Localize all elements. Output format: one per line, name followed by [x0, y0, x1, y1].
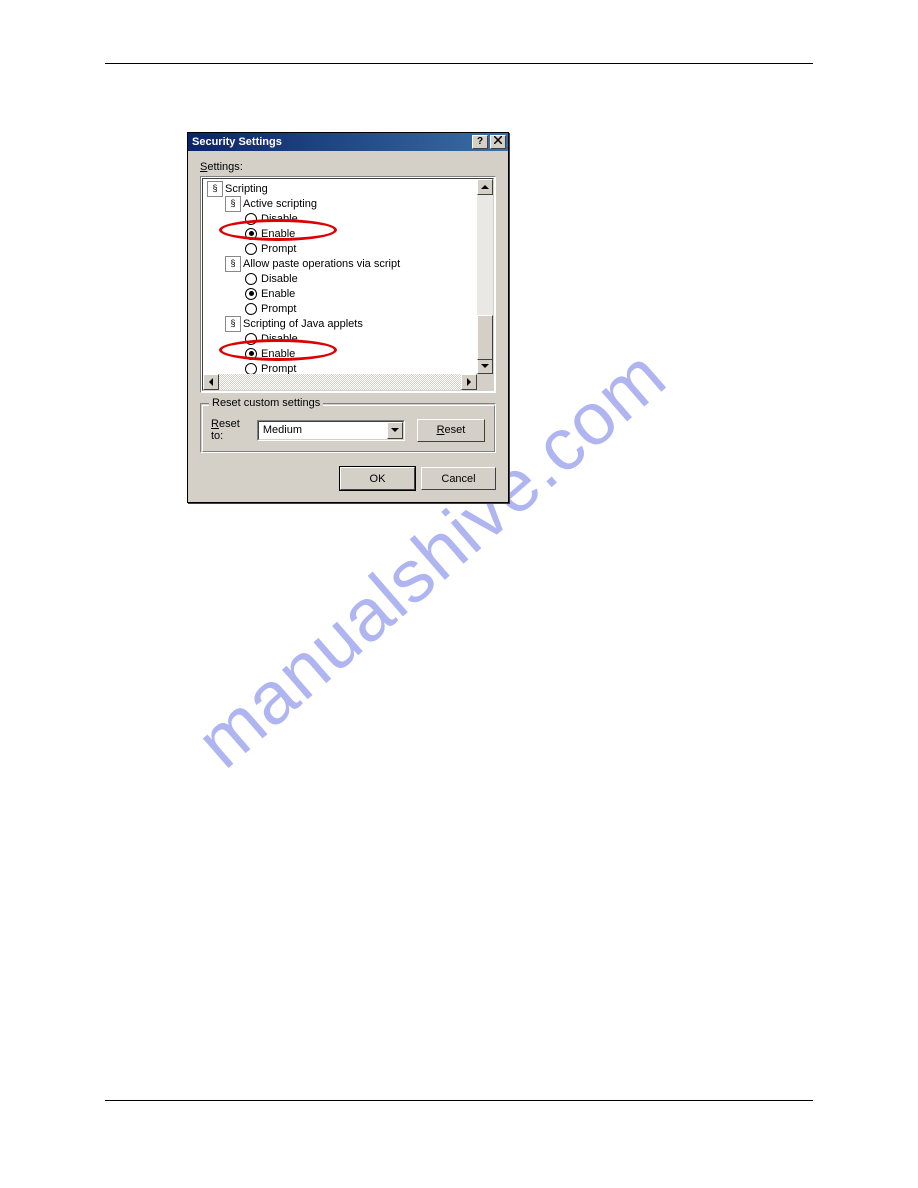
- radio-paste-disable[interactable]: Disable: [205, 271, 477, 286]
- radio-active-disable[interactable]: Disable: [205, 211, 477, 226]
- script-icon: §: [225, 196, 241, 212]
- v-scroll-track[interactable]: [477, 195, 493, 358]
- chevron-up-icon: [481, 183, 489, 191]
- cancel-button[interactable]: Cancel: [421, 467, 496, 490]
- reset-to-combo[interactable]: Medium: [257, 420, 405, 441]
- v-scroll-thumb[interactable]: [477, 315, 493, 360]
- page-bottom-rule: [105, 1100, 813, 1101]
- chevron-down-icon: [391, 426, 399, 434]
- chevron-left-icon: [207, 378, 215, 386]
- radio-selected-icon: [245, 228, 257, 240]
- scroll-up-button[interactable]: [477, 179, 493, 195]
- radio-icon: [245, 363, 257, 375]
- radio-icon: [245, 333, 257, 345]
- h-scroll-track[interactable]: [219, 374, 461, 390]
- v-scrollbar[interactable]: [477, 179, 493, 374]
- scrollbar-corner: [477, 374, 493, 390]
- group-title: Reset custom settings: [209, 397, 323, 409]
- security-settings-dialog: Security Settings ? Settings: § Scriptin…: [187, 132, 509, 503]
- radio-paste-prompt[interactable]: Prompt: [205, 301, 477, 316]
- radio-applets-disable[interactable]: Disable: [205, 331, 477, 346]
- close-button[interactable]: [490, 135, 506, 149]
- chevron-right-icon: [465, 378, 473, 386]
- settings-label: Settings:: [200, 161, 496, 173]
- radio-icon: [245, 213, 257, 225]
- radio-applets-enable[interactable]: Enable: [205, 346, 477, 361]
- radio-active-enable[interactable]: Enable: [205, 226, 477, 241]
- scroll-right-button[interactable]: [461, 374, 477, 390]
- tree-node-scripting[interactable]: § Scripting: [205, 181, 477, 196]
- radio-active-prompt[interactable]: Prompt: [205, 241, 477, 256]
- scroll-left-button[interactable]: [203, 374, 219, 390]
- help-button[interactable]: ?: [472, 135, 488, 149]
- settings-tree[interactable]: § Scripting § Active scripting Disable: [200, 176, 496, 393]
- radio-selected-icon: [245, 348, 257, 360]
- tree-node-allow-paste[interactable]: § Allow paste operations via script: [205, 256, 477, 271]
- reset-custom-settings-group: Reset custom settings Reset to: Medium R…: [200, 403, 496, 453]
- radio-icon: [245, 273, 257, 285]
- combo-value: Medium: [259, 422, 387, 439]
- radio-icon: [245, 303, 257, 315]
- combo-dropdown-button[interactable]: [387, 422, 403, 439]
- chevron-down-icon: [481, 362, 489, 370]
- radio-paste-enable[interactable]: Enable: [205, 286, 477, 301]
- script-icon: §: [207, 181, 223, 197]
- radio-applets-prompt[interactable]: Prompt: [205, 361, 477, 374]
- dialog-title: Security Settings: [192, 136, 470, 148]
- reset-to-label: Reset to:: [211, 418, 251, 442]
- page-top-rule: [105, 63, 813, 64]
- script-icon: §: [225, 316, 241, 332]
- scroll-down-button[interactable]: [477, 358, 493, 374]
- script-icon: §: [225, 256, 241, 272]
- radio-selected-icon: [245, 288, 257, 300]
- reset-button[interactable]: Reset: [417, 419, 485, 442]
- ok-button[interactable]: OK: [340, 467, 415, 490]
- close-icon: [494, 136, 502, 144]
- h-scrollbar[interactable]: [203, 374, 477, 390]
- dialog-titlebar: Security Settings ?: [188, 133, 508, 151]
- tree-node-java-applets[interactable]: § Scripting of Java applets: [205, 316, 477, 331]
- tree-node-active-scripting[interactable]: § Active scripting: [205, 196, 477, 211]
- radio-icon: [245, 243, 257, 255]
